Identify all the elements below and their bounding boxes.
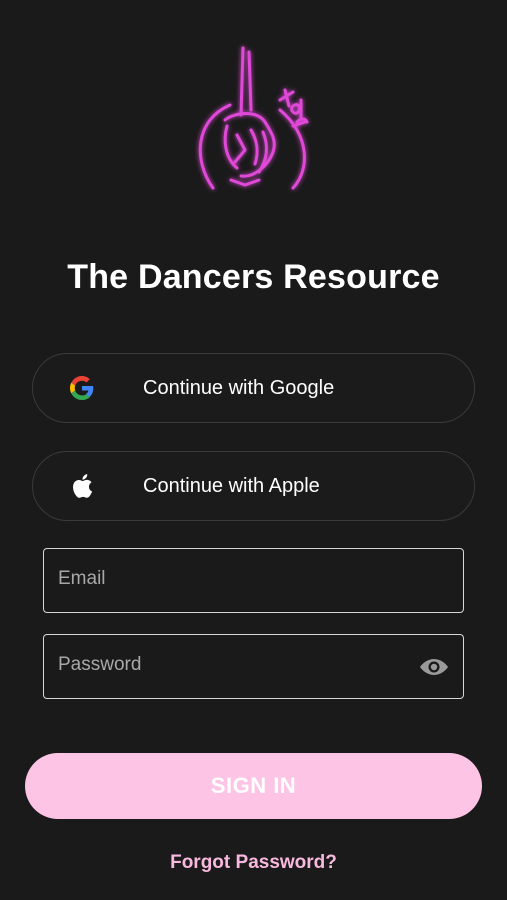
continue-with-google-button[interactable]: Continue with Google: [32, 353, 475, 423]
continue-with-apple-button[interactable]: Continue with Apple: [32, 451, 475, 521]
app-title: The Dancers Resource: [67, 258, 440, 296]
password-input[interactable]: [58, 635, 418, 695]
sign-in-button[interactable]: SIGN IN: [25, 753, 482, 819]
apple-icon: [70, 474, 94, 498]
google-button-label: Continue with Google: [143, 376, 335, 399]
login-screen: The Dancers Resource Continue with Googl…: [0, 0, 507, 900]
apple-button-label: Continue with Apple: [143, 474, 320, 497]
eye-icon[interactable]: [419, 655, 449, 679]
email-input[interactable]: [58, 549, 418, 609]
forgot-password-link[interactable]: Forgot Password?: [0, 852, 507, 874]
tdr-logo-icon: [198, 46, 309, 190]
google-icon: [70, 376, 94, 400]
email-field-container: [43, 548, 464, 613]
password-field-container: [43, 634, 464, 699]
